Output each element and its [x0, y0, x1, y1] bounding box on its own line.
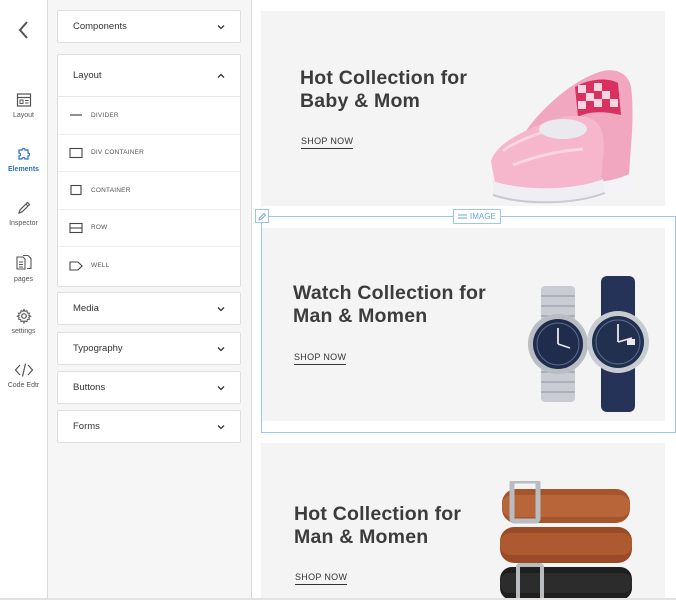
accordion-layout[interactable]: Layout DIVIDER DIV CONTAINER CONTAINER R…	[57, 54, 241, 287]
back-chevron-icon[interactable]	[14, 18, 34, 42]
pen-icon	[17, 201, 30, 214]
accordion-title: Typography	[73, 343, 123, 354]
edit-pencil-icon[interactable]	[255, 209, 269, 223]
accordion-title: Media	[73, 303, 99, 314]
element-container[interactable]: CONTAINER	[58, 172, 240, 210]
accordion-header[interactable]: Media	[58, 293, 240, 324]
element-label: CONTAINER	[91, 186, 131, 194]
rail-item-inspector[interactable]: Inspector	[0, 200, 47, 227]
accordion-header[interactable]: Typography	[58, 333, 240, 364]
banner-belts[interactable]: Hot Collection for Man & Momen SHOP NOW	[261, 443, 665, 600]
element-label: WELL	[91, 262, 110, 270]
element-row[interactable]: ROW	[58, 210, 240, 247]
chevron-down-icon	[217, 424, 225, 429]
rail-item-code-editor[interactable]: Code Edtr	[0, 362, 47, 389]
rail-label: Inspector	[9, 220, 38, 227]
gear-icon	[15, 308, 32, 324]
accordion-buttons[interactable]: Buttons	[57, 371, 241, 404]
accordion-header[interactable]: Components	[58, 11, 240, 42]
rail-label: settings	[11, 328, 36, 335]
accordion-title: Components	[73, 21, 127, 32]
accordion-components[interactable]: Components	[57, 10, 241, 43]
drag-handle-icon	[458, 214, 467, 218]
shop-now-link[interactable]: SHOP NOW	[301, 136, 354, 149]
accordion-media[interactable]: Media	[57, 292, 241, 325]
accordion-header[interactable]: Forms	[58, 411, 240, 442]
chevron-down-icon	[217, 385, 225, 390]
accordion-header[interactable]: Buttons	[58, 372, 240, 403]
puzzle-icon	[17, 147, 30, 160]
rail-item-settings[interactable]: settings	[0, 308, 47, 335]
rail-item-pages[interactable]: pages	[0, 254, 47, 283]
well-icon	[69, 260, 83, 272]
accordion-title: Buttons	[73, 382, 106, 393]
rail-item-elements[interactable]: Elements	[0, 146, 47, 173]
container-icon	[69, 184, 83, 196]
belts-image	[500, 481, 632, 600]
layout-icon	[16, 93, 31, 107]
row-icon	[69, 222, 83, 234]
design-canvas[interactable]: Hot Collection for Baby & Mom SHOP NOW W…	[252, 0, 676, 600]
code-icon	[14, 363, 33, 377]
element-well[interactable]: WELL	[58, 247, 240, 285]
selection-tag[interactable]: IMAGE	[453, 209, 501, 224]
shop-now-link[interactable]: SHOP NOW	[295, 572, 348, 585]
rail-item-layout[interactable]: Layout	[0, 92, 47, 119]
sneaker-image	[491, 70, 633, 204]
pages-icon	[15, 254, 32, 270]
rail-label: Layout	[12, 112, 35, 119]
accordion-title: Layout	[73, 70, 102, 81]
element-divider[interactable]: DIVIDER	[58, 97, 240, 135]
div-container-icon	[69, 147, 83, 159]
chevron-up-icon	[217, 73, 225, 78]
element-label: ROW	[91, 224, 108, 232]
element-div-container[interactable]: DIV CONTAINER	[58, 135, 240, 172]
elements-panel: Components Layout DIVIDER DIV CONTAINER …	[48, 0, 252, 598]
rail-label: pages	[13, 276, 34, 283]
element-label: DIV CONTAINER	[91, 149, 145, 157]
accordion-typography[interactable]: Typography	[57, 332, 241, 365]
selection-outline	[261, 216, 676, 433]
banner-title: Hot Collection for Baby & Mom	[300, 67, 468, 112]
chevron-down-icon	[217, 306, 225, 311]
banner-title: Hot Collection for Man & Momen	[294, 503, 462, 548]
rail-label: Code Edtr	[7, 382, 40, 389]
element-label: DIVIDER	[91, 111, 119, 119]
accordion-header[interactable]: Layout	[58, 55, 240, 97]
rail-label: Elements	[7, 166, 40, 173]
banner-baby-mom[interactable]: Hot Collection for Baby & Mom SHOP NOW	[261, 11, 665, 206]
chevron-down-icon	[217, 346, 225, 351]
icon-rail: Layout Elements Inspector pages settings…	[0, 0, 48, 598]
accordion-forms[interactable]: Forms	[57, 410, 241, 443]
divider-icon	[69, 109, 83, 121]
chevron-down-icon	[217, 24, 225, 29]
accordion-title: Forms	[73, 421, 100, 432]
selection-label: IMAGE	[470, 212, 496, 221]
